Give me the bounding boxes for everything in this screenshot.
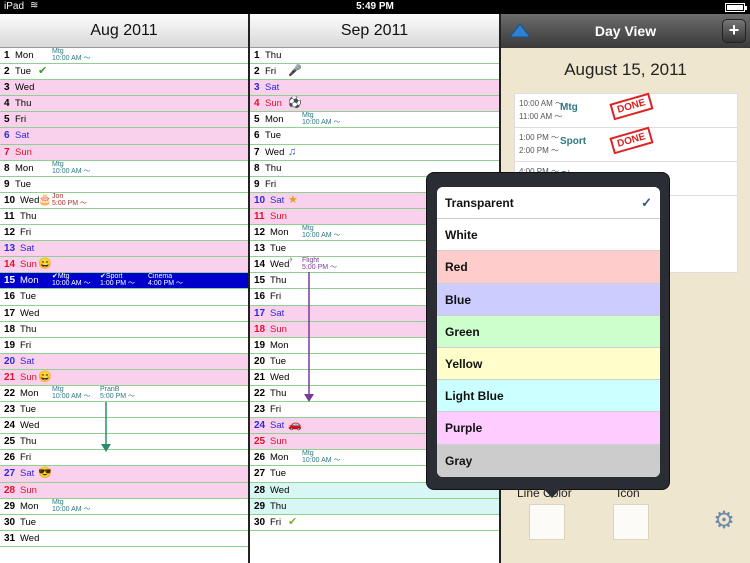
day-view-header: Day View + xyxy=(501,14,750,48)
arrow-head-icon xyxy=(304,394,314,402)
color-option-label: Yellow xyxy=(445,356,483,371)
color-option-label: White xyxy=(445,228,478,243)
color-option-label: Gray xyxy=(445,453,473,468)
color-option-red[interactable]: Red xyxy=(437,251,660,284)
color-option-label: Transparent xyxy=(445,196,514,210)
color-option-label: Purple xyxy=(445,421,483,436)
gear-icon[interactable]: ⚙ xyxy=(711,508,737,534)
battery-icon xyxy=(725,3,747,12)
color-option-yellow[interactable]: Yellow xyxy=(437,347,660,381)
color-option-label: Green xyxy=(445,324,480,339)
color-option-gray[interactable]: Gray xyxy=(437,444,660,477)
color-option-label: Light Blue xyxy=(445,389,504,404)
done-stamp: DONE xyxy=(609,126,654,155)
color-option-transparent[interactable]: Transparent ✓ xyxy=(437,187,660,220)
day-event-item[interactable]: 10:00 AM ～ 11:00 AM ～ Mtg DONE xyxy=(515,92,737,128)
color-option-list[interactable]: Transparent ✓ White Red Blue Green Yellow Light… xyxy=(437,187,660,477)
line-color-popover: Transparent ✓ White Red Blue Green Yellow Light… xyxy=(426,172,670,498)
popover-arrow xyxy=(543,488,561,498)
arrow-head-icon xyxy=(101,444,111,452)
color-option-white[interactable]: White xyxy=(437,219,660,252)
day-event-item[interactable]: 1:00 PM ～ 2:00 PM ～ Sport DONE xyxy=(515,126,737,162)
icon-swatch[interactable] xyxy=(613,504,649,540)
color-option-label: Blue xyxy=(445,292,472,307)
add-event-button[interactable]: + xyxy=(722,19,746,43)
event-end-time: 2:00 PM ～ xyxy=(519,146,560,155)
color-option-purple[interactable]: Purple xyxy=(437,412,660,445)
event-title: Mtg xyxy=(560,102,578,113)
line-color-swatch[interactable] xyxy=(529,504,565,540)
event-title: Sport xyxy=(560,136,587,147)
event-end-time: 11:00 AM ～ xyxy=(519,112,563,121)
color-option-blue[interactable]: Blue xyxy=(437,283,660,316)
done-stamp: DONE xyxy=(609,92,654,121)
selected-date: August 15, 2011 xyxy=(564,60,687,79)
color-option-light-blue[interactable]: Light Blue xyxy=(437,380,660,413)
day-view-title: Day View xyxy=(594,23,657,39)
event-start-time: 10:00 AM ～ xyxy=(519,99,564,108)
color-option-label: Red xyxy=(445,260,468,275)
event-span-arrows xyxy=(101,272,314,452)
checkmark-icon: ✓ xyxy=(641,195,652,210)
color-option-green[interactable]: Green xyxy=(437,315,660,348)
up-triangle-icon[interactable] xyxy=(509,23,531,39)
event-start-time: 1:00 PM ～ xyxy=(519,133,560,142)
